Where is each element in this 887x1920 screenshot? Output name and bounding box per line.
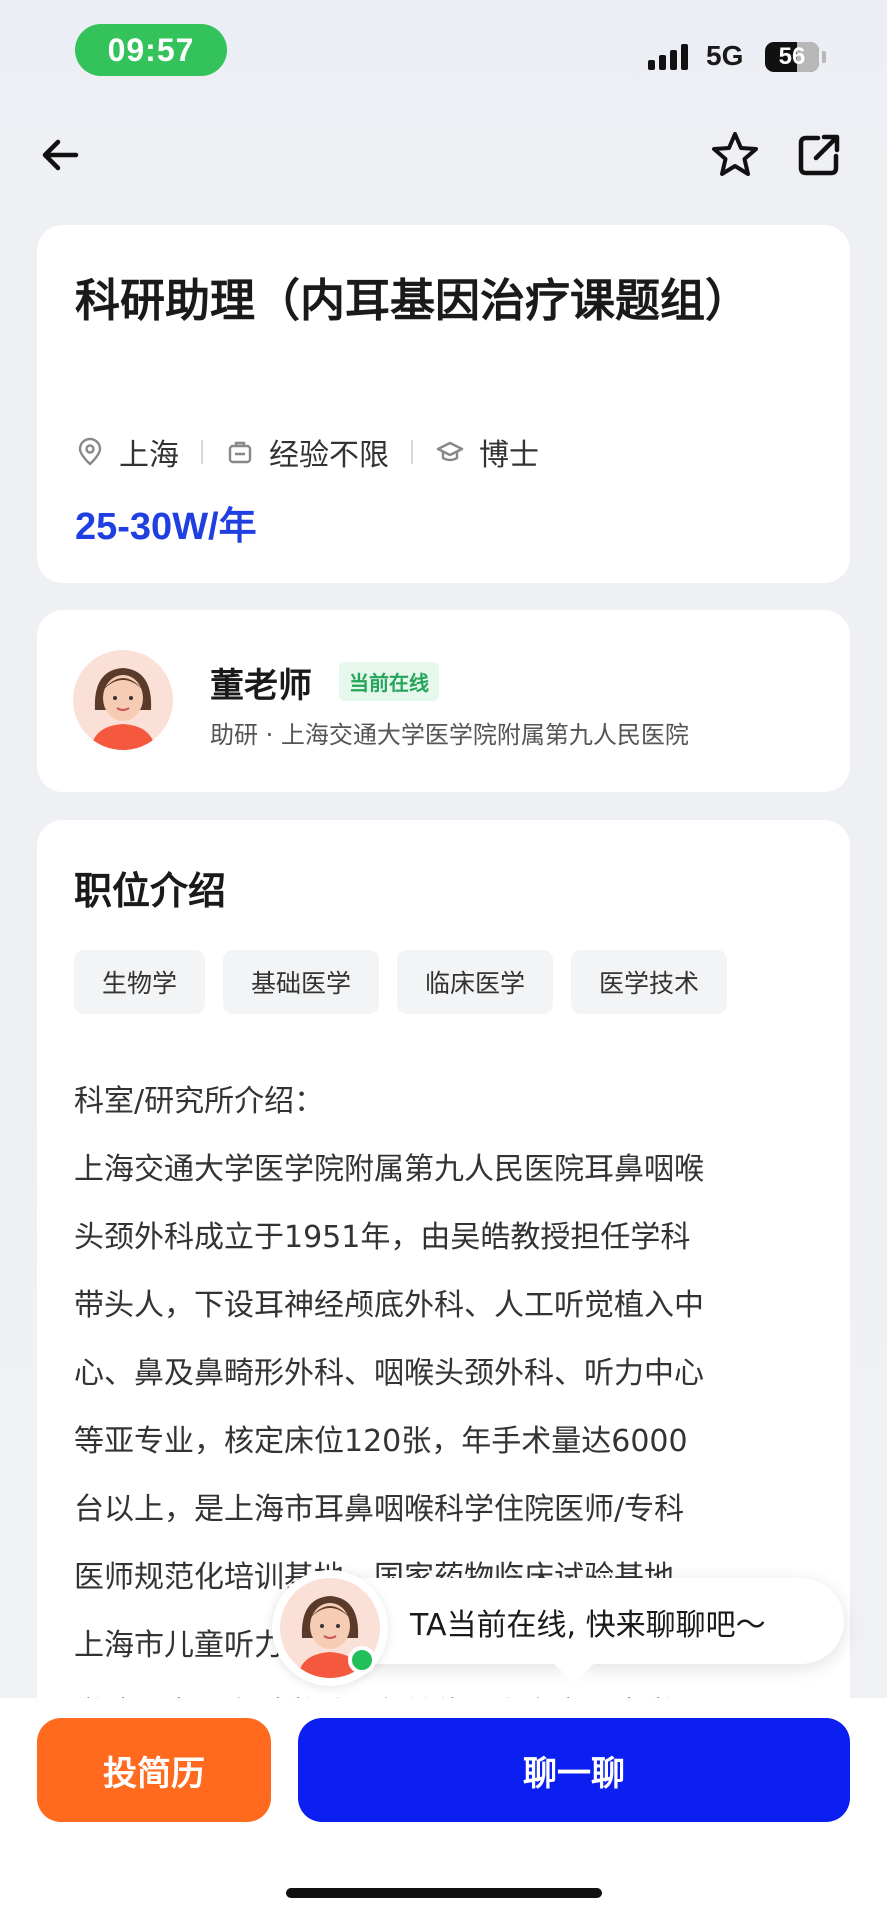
status-bar: 09:57 5G 56 — [0, 0, 887, 100]
description-line: 上海交通大学医学院附属第九人民医院耳鼻咽喉 — [74, 1152, 704, 1187]
online-dot-icon — [348, 1646, 376, 1674]
recruiter-name: 董老师 — [210, 666, 312, 706]
battery-level: 56 — [778, 43, 806, 70]
tag-list: 生物学 基础医学 临床医学 医学技术 — [74, 950, 728, 1014]
job-meta: 上海 经验不限 博士 — [75, 430, 539, 474]
chat-prompt-text: TA当前在线, 快来聊聊吧～ — [410, 1608, 766, 1643]
arrow-left-icon[interactable] — [36, 130, 86, 180]
job-title: 科研助理（内耳基因治疗课题组） — [75, 274, 751, 327]
tag-item: 临床医学 — [397, 950, 554, 1014]
description-line: 科室/研究所介绍： — [74, 1084, 325, 1119]
top-nav — [0, 120, 887, 195]
bottom-action-bar: 投简历 聊一聊 — [0, 1698, 887, 1920]
job-experience: 经验不限 — [269, 438, 389, 473]
job-salary: 25-30W/年 — [75, 506, 257, 548]
star-icon[interactable] — [708, 128, 762, 182]
home-indicator — [286, 1888, 602, 1898]
description-line: 头颈外科成立于1951年，由吴皓教授担任学科 — [74, 1220, 691, 1255]
chat-prompt-avatar[interactable] — [272, 1570, 388, 1686]
section-title: 职位介绍 — [74, 869, 227, 913]
chat-button[interactable]: 聊一聊 — [298, 1718, 850, 1822]
share-icon[interactable] — [794, 130, 844, 180]
recruiter-avatar[interactable] — [73, 650, 173, 750]
description-line: 心、鼻及鼻畸形外科、咽喉头颈外科、听力中心 — [74, 1356, 704, 1391]
network-type: 5G — [706, 40, 744, 71]
meta-divider — [201, 440, 203, 464]
job-education: 博士 — [479, 438, 539, 473]
status-time: 09:57 — [75, 24, 227, 76]
job-summary-card: 科研助理（内耳基因治疗课题组） 上海 经验不限 博士 25-30W/年 — [37, 225, 850, 583]
description-line: 带头人，下设耳神经颅底外科、人工听觉植入中 — [74, 1288, 704, 1323]
briefcase-icon — [228, 441, 252, 464]
recruiter-affiliation: 助研 · 上海交通大学医学院附属第九人民医院 — [210, 721, 689, 749]
location-pin-icon — [78, 437, 102, 466]
description-line: 等亚专业，核定床位120张，年手术量达6000 — [74, 1424, 688, 1459]
description-line: 台以上，是上海市耳鼻咽喉科学住院医师/专科 — [74, 1492, 685, 1527]
meta-divider — [411, 440, 413, 464]
battery-icon: 56 — [765, 42, 819, 72]
online-status-badge: 当前在线 — [339, 662, 439, 701]
graduation-cap-icon — [436, 441, 464, 462]
tag-item: 基础医学 — [223, 950, 380, 1014]
tag-item: 医学技术 — [571, 950, 728, 1014]
avatar-illustration-icon — [91, 668, 155, 750]
tag-item: 生物学 — [74, 950, 206, 1014]
job-location: 上海 — [119, 438, 179, 473]
recruiter-card[interactable]: 董老师 当前在线 助研 · 上海交通大学医学院附属第九人民医院 — [37, 610, 850, 792]
signal-icon — [648, 44, 688, 70]
apply-resume-button[interactable]: 投简历 — [37, 1718, 271, 1822]
